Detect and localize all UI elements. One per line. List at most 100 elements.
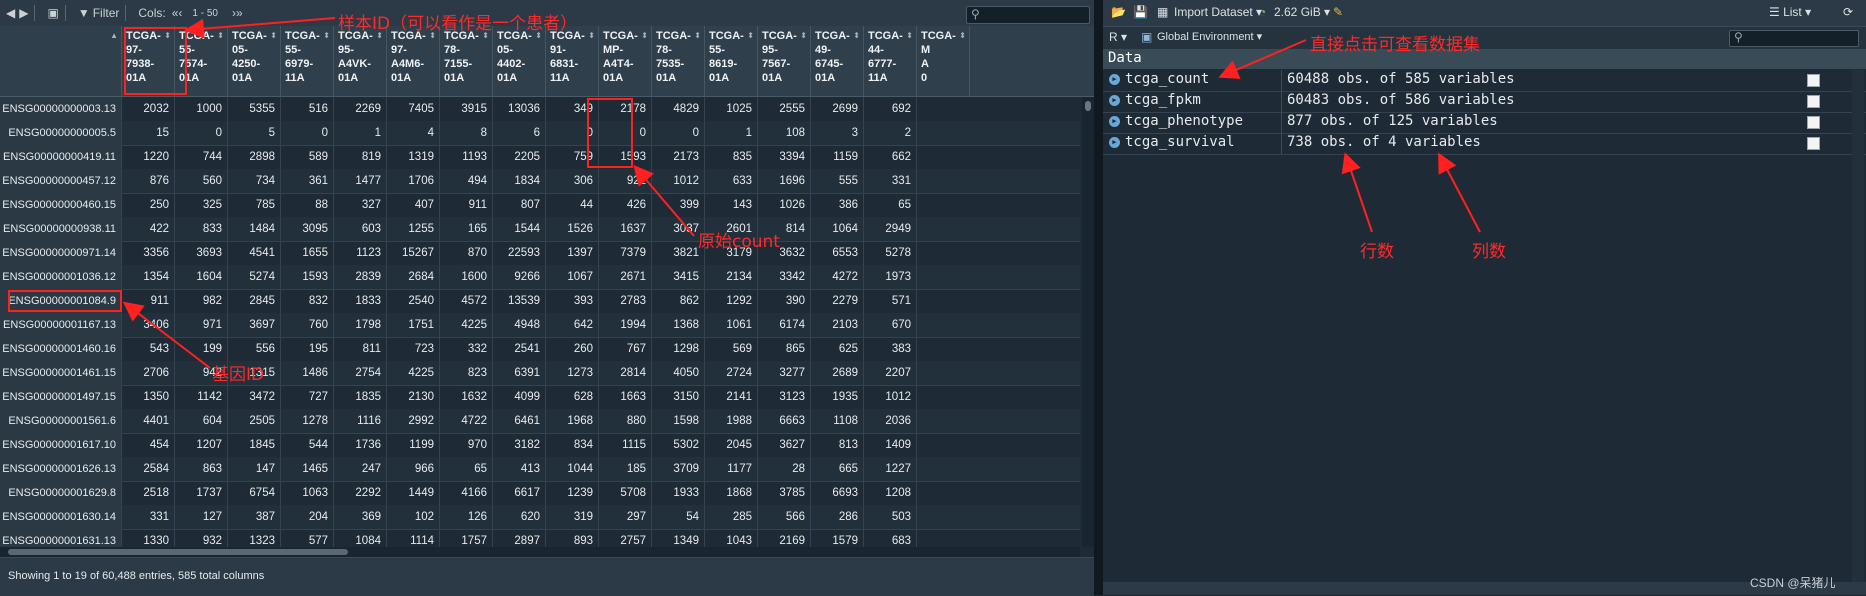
count-cell: 6 [493, 121, 546, 145]
sort-icon: ⬍ [959, 31, 966, 40]
save-icon[interactable]: 💾 [1133, 5, 1148, 19]
filter-button[interactable]: ▼ Filter [78, 6, 120, 20]
dataset-name[interactable]: tcga_fpkm [1125, 92, 1201, 108]
gene-id-cell: ENSG00000000003.13 [0, 97, 122, 121]
count-cell: 1108 [811, 409, 864, 433]
expand-icon[interactable]: ▶ [1109, 95, 1120, 106]
environment-toolbar: 📂 💾 ▦ Import Dataset ▾ ◔ 2.62 GiB ▾ ✎ ☰ … [1103, 0, 1866, 27]
sample-id-annotation: 样本ID（可以看作是一个患者） [338, 14, 578, 34]
count-cell: 2279 [811, 289, 864, 313]
scrollbar-thumb[interactable] [8, 549, 348, 555]
count-cell: 286 [811, 505, 864, 529]
count-cell: 1449 [387, 481, 440, 505]
count-cell: 1278 [281, 409, 334, 433]
global-environment-selector[interactable]: Global Environment ▾ [1157, 30, 1262, 43]
count-cell: 9266 [493, 265, 546, 289]
column-header[interactable]: TCGA- M A 0 ⬍ [917, 26, 970, 96]
sort-icon: ⬍ [588, 31, 595, 40]
count-cell: 4 [387, 121, 440, 145]
column-header[interactable]: TCGA- 49- 6745- 01A ⬍ [811, 26, 864, 96]
data-viewer-search-input[interactable]: ⚲ [966, 6, 1090, 24]
column-header[interactable]: TCGA- 91- 6831- 11A ⬍ [546, 26, 599, 96]
column-header[interactable]: TCGA- MP- A4T4- 01A ⬍ [599, 26, 652, 96]
column-header[interactable]: TCGA- 55- 6979- 11A ⬍ [281, 26, 334, 96]
gene-id-cell: ENSG00000000419.11 [0, 145, 122, 169]
pane-splitter[interactable] [1094, 0, 1103, 595]
column-header-label: TCGA- 78- 7535- 01A [656, 30, 691, 84]
dataset-view-checkbox[interactable] [1807, 116, 1820, 129]
open-folder-icon[interactable]: 📂 [1111, 5, 1126, 19]
horizontal-scrollbar[interactable] [0, 547, 1080, 557]
dataset-name[interactable]: tcga_survival [1125, 134, 1235, 150]
language-label: R [1109, 30, 1118, 44]
count-cell: 1637 [599, 217, 652, 241]
vertical-scrollbar[interactable] [1082, 97, 1094, 547]
memory-usage-button[interactable]: 2.62 GiB ▾ [1274, 5, 1330, 19]
count-cell: 571 [864, 289, 917, 313]
cols-next-button[interactable]: ›» [232, 6, 243, 20]
dataset-view-checkbox[interactable] [1807, 95, 1820, 108]
count-cell: 2949 [864, 217, 917, 241]
count-cell: 8 [440, 121, 493, 145]
count-cell: 2584 [122, 457, 175, 481]
gene-id-cell: ENSG00000001630.14 [0, 505, 122, 529]
column-header[interactable]: TCGA- 05- 4402- 01A ⬍ [493, 26, 546, 96]
count-cell: 2 [864, 121, 917, 145]
column-header[interactable]: TCGA- 97- A4M6- 01A ⬍ [387, 26, 440, 96]
expand-icon[interactable]: ▶ [1109, 116, 1120, 127]
column-header[interactable]: TCGA- 95- A4VK- 01A ⬍ [334, 26, 387, 96]
table-row: ENSG00000001626.13 2584 863 147 1465 247 966 65… [0, 457, 1080, 482]
column-header[interactable]: TCGA- 05- 4250- 01A ⬍ [228, 26, 281, 96]
count-cell: 2205 [493, 145, 546, 169]
count-cell: 0 [652, 121, 705, 145]
list-view-button[interactable]: ☰ List ▾ [1769, 5, 1811, 19]
dataset-view-checkbox[interactable] [1807, 74, 1820, 87]
column-header[interactable]: TCGA- 55- 8619- 01A ⬍ [705, 26, 758, 96]
count-cell: 3095 [281, 217, 334, 241]
count-cell: 569 [705, 337, 758, 361]
count-cell: 7379 [599, 241, 652, 265]
row-name-header[interactable]: ▲ [0, 26, 122, 96]
count-cell: 811 [334, 337, 387, 361]
language-selector[interactable]: R ▾ [1109, 30, 1127, 44]
dataset-name[interactable]: tcga_phenotype [1125, 113, 1243, 129]
forward-arrow-icon[interactable]: ▶ [19, 6, 28, 20]
import-dataset-button[interactable]: Import Dataset ▾ [1174, 5, 1262, 19]
expand-icon[interactable]: ▶ [1109, 74, 1120, 85]
count-cell: 876 [122, 169, 175, 193]
dataset-name[interactable]: tcga_count [1125, 71, 1209, 87]
count-cell: 4050 [652, 361, 705, 385]
count-cell: 834 [546, 433, 599, 457]
scrollbar-thumb[interactable] [1085, 101, 1091, 111]
expand-icon[interactable]: ▶ [1109, 137, 1120, 148]
count-cell: 823 [440, 361, 493, 385]
cols-prev-button[interactable]: «‹ [172, 6, 183, 20]
back-arrow-icon[interactable]: ◀ [6, 6, 15, 20]
count-cell: 1655 [281, 241, 334, 265]
count-cell: 971 [175, 313, 228, 337]
environment-item[interactable]: ▶ tcga_survival 738 obs. of 4 variables [1103, 133, 1866, 155]
column-header-label: TCGA- 95- A4VK- 01A [338, 30, 373, 84]
refresh-icon[interactable]: ⟳ [1843, 5, 1853, 19]
environment-item[interactable]: ▶ tcga_fpkm 60483 obs. of 586 variables [1103, 91, 1866, 113]
count-cell: 555 [811, 169, 864, 193]
count-cell: 44 [546, 193, 599, 217]
column-header[interactable]: TCGA- 44- 6777- 11A ⬍ [864, 26, 917, 96]
popout-icon[interactable]: ▣ [47, 6, 58, 20]
import-dataset-label: Import Dataset [1174, 5, 1253, 19]
environment-scrollbar[interactable] [1852, 70, 1864, 590]
count-cell: 127 [175, 505, 228, 529]
column-header[interactable]: TCGA- 78- 7155- 01A ⬍ [440, 26, 493, 96]
count-cell: 1397 [546, 241, 599, 265]
environment-search-input[interactable]: ⚲ [1729, 30, 1859, 47]
table-row: ENSG00000001497.15 1350 1142 3472 727 1835 213… [0, 385, 1080, 410]
dataset-view-checkbox[interactable] [1807, 137, 1820, 150]
column-header[interactable]: TCGA- 95- 7567- 01A ⬍ [758, 26, 811, 96]
table-row: ENSG00000001460.16 543 199 556 195 811 723 332 2… [0, 337, 1080, 362]
count-cell: 2706 [122, 361, 175, 385]
column-header[interactable]: TCGA- 78- 7535- 01A ⬍ [652, 26, 705, 96]
environment-item[interactable]: ▶ tcga_count 60488 obs. of 585 variables [1103, 70, 1866, 92]
environment-item[interactable]: ▶ tcga_phenotype 877 obs. of 125 variables [1103, 112, 1866, 134]
table-row: ENSG00000001617.10 454 1207 1845 544 1736 1199… [0, 433, 1080, 458]
broom-icon[interactable]: ✎ [1333, 5, 1343, 19]
